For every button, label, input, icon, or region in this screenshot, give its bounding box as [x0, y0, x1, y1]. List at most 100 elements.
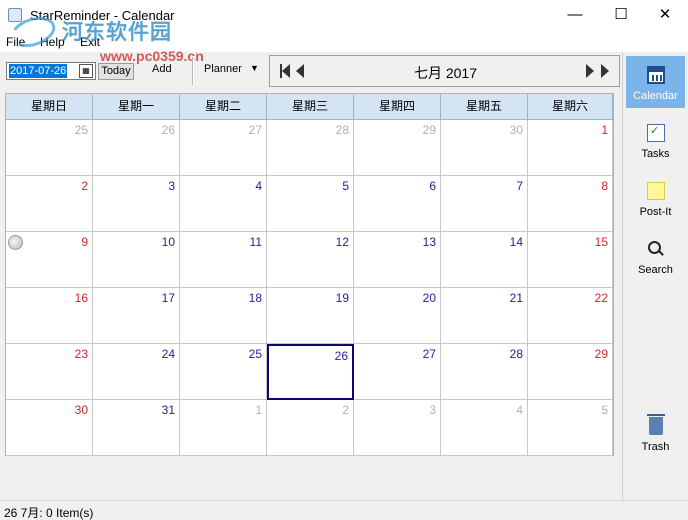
- day-cell[interactable]: 11: [180, 232, 267, 288]
- day-cell[interactable]: 2: [6, 176, 93, 232]
- next-month-icon[interactable]: [586, 64, 594, 78]
- day-cell[interactable]: 5: [528, 400, 613, 456]
- tasks-icon: [647, 124, 665, 142]
- status-text: 26 7月: 0 Item(s): [4, 506, 94, 520]
- sidebar-item-search[interactable]: Search: [626, 230, 685, 282]
- watermark-url: www.pc0359.cn: [100, 48, 204, 64]
- day-number: 21: [509, 291, 523, 305]
- close-button[interactable]: ✕: [642, 0, 688, 30]
- day-cell[interactable]: 1: [528, 120, 613, 176]
- day-cell[interactable]: 21: [441, 288, 528, 344]
- minimize-button[interactable]: —: [552, 0, 598, 30]
- view-select[interactable]: Planner: [204, 63, 242, 75]
- moon-phase-icon: [8, 235, 23, 250]
- day-number: 27: [248, 123, 262, 137]
- day-cell[interactable]: 26: [93, 120, 180, 176]
- status-bar: 26 7月: 0 Item(s): [0, 500, 688, 520]
- day-cell[interactable]: 3: [354, 400, 441, 456]
- weekday-header: 星期日 星期一 星期二 星期三 星期四 星期五 星期六: [6, 94, 613, 120]
- sidebar-item-label: Tasks: [641, 148, 670, 160]
- sidebar-item-calendar[interactable]: Calendar: [626, 56, 685, 108]
- day-number: 29: [422, 123, 436, 137]
- day-cell[interactable]: 10: [93, 232, 180, 288]
- day-cell[interactable]: 30: [441, 120, 528, 176]
- date-picker[interactable]: 2017-07-26 ▦: [6, 62, 96, 80]
- app-icon: [8, 8, 22, 22]
- day-cell[interactable]: 29: [354, 120, 441, 176]
- day-cell[interactable]: 28: [267, 120, 354, 176]
- day-number: 19: [335, 291, 349, 305]
- day-cell[interactable]: 31: [93, 400, 180, 456]
- day-number: 13: [422, 235, 436, 249]
- day-cell[interactable]: 16: [6, 288, 93, 344]
- day-number: 1: [601, 123, 608, 137]
- day-cell[interactable]: 15: [528, 232, 613, 288]
- day-cell[interactable]: 2: [267, 400, 354, 456]
- day-cell[interactable]: 8: [528, 176, 613, 232]
- day-number: 29: [594, 347, 608, 361]
- day-cell[interactable]: 30: [6, 400, 93, 456]
- day-cell[interactable]: 27: [354, 344, 441, 400]
- day-cell[interactable]: 18: [180, 288, 267, 344]
- day-number: 11: [249, 235, 262, 249]
- day-cell[interactable]: 12: [267, 232, 354, 288]
- day-number: 15: [594, 235, 608, 249]
- day-cell[interactable]: 1: [180, 400, 267, 456]
- weekday-header-cell: 星期五: [441, 94, 528, 120]
- add-button[interactable]: Add: [152, 63, 172, 75]
- day-number: 10: [161, 235, 175, 249]
- day-cell[interactable]: 29: [528, 344, 613, 400]
- sidebar-item-tasks[interactable]: Tasks: [626, 114, 685, 166]
- day-cell[interactable]: 4: [180, 176, 267, 232]
- watermark-text: 河东软件园: [62, 19, 172, 44]
- date-dropdown-icon[interactable]: ▦: [79, 64, 93, 78]
- sidebar-item-postit[interactable]: Post-It: [626, 172, 685, 224]
- day-cell[interactable]: 13: [354, 232, 441, 288]
- day-cell[interactable]: 17: [93, 288, 180, 344]
- day-cell[interactable]: 9: [6, 232, 93, 288]
- day-cell[interactable]: 27: [180, 120, 267, 176]
- day-cell[interactable]: 20: [354, 288, 441, 344]
- sidebar: Calendar Tasks Post-It Search Trash: [622, 52, 688, 500]
- weekday-header-cell: 星期一: [93, 94, 180, 120]
- day-number: 23: [74, 347, 88, 361]
- day-cell[interactable]: 14: [441, 232, 528, 288]
- day-cell[interactable]: 25: [6, 120, 93, 176]
- day-cell[interactable]: 6: [354, 176, 441, 232]
- day-number: 3: [429, 403, 436, 417]
- day-cell[interactable]: 22: [528, 288, 613, 344]
- day-number: 8: [601, 179, 608, 193]
- day-number: 24: [161, 347, 175, 361]
- day-cell[interactable]: 3: [93, 176, 180, 232]
- day-cell[interactable]: 23: [6, 344, 93, 400]
- day-number: 31: [161, 403, 175, 417]
- day-cell[interactable]: 28: [441, 344, 528, 400]
- day-number: 14: [509, 235, 523, 249]
- day-cell[interactable]: 7: [441, 176, 528, 232]
- day-number: 28: [509, 347, 523, 361]
- day-number: 7: [516, 179, 523, 193]
- sidebar-item-trash[interactable]: Trash: [626, 407, 685, 459]
- view-select-dropdown-icon[interactable]: ▼: [250, 63, 259, 73]
- day-number: 5: [342, 179, 349, 193]
- maximize-button[interactable]: ☐: [598, 0, 644, 30]
- day-cell-selected[interactable]: 26: [267, 344, 354, 400]
- trash-icon: [647, 414, 665, 435]
- toolbar-separator: [192, 57, 194, 85]
- day-cell[interactable]: 24: [93, 344, 180, 400]
- day-number: 2: [81, 179, 88, 193]
- calendar-icon: [647, 66, 665, 84]
- day-number: 2: [342, 403, 349, 417]
- weekday-header-cell: 星期三: [267, 94, 354, 120]
- day-number: 6: [429, 179, 436, 193]
- day-number: 17: [161, 291, 175, 305]
- day-cell[interactable]: 19: [267, 288, 354, 344]
- next-year-icon[interactable]: [601, 64, 609, 78]
- calendar-grid: 星期日 星期一 星期二 星期三 星期四 星期五 星期六 25 26 27 28 29 30 1 2 3 4 5 6…: [5, 93, 614, 456]
- today-button[interactable]: Today: [98, 63, 134, 80]
- day-number: 26: [161, 123, 175, 137]
- day-cell[interactable]: 25: [180, 344, 267, 400]
- day-cell[interactable]: 4: [441, 400, 528, 456]
- day-number: 30: [509, 123, 523, 137]
- day-cell[interactable]: 5: [267, 176, 354, 232]
